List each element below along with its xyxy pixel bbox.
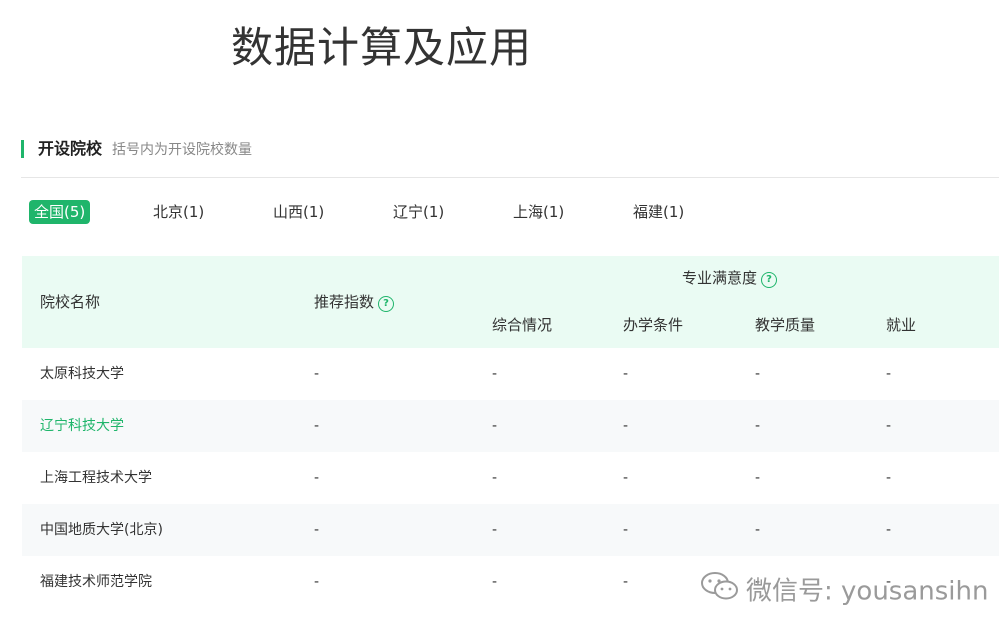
help-circle-icon[interactable]: ? bbox=[761, 272, 778, 288]
header-satisfaction-label: 专业满意度 bbox=[682, 269, 758, 287]
cell-overall: - bbox=[492, 574, 498, 590]
tab-liaoning[interactable]: 辽宁(1) bbox=[393, 200, 444, 224]
cell-employment: - bbox=[886, 418, 892, 434]
watermark: 微信号: yousansihn bbox=[700, 570, 988, 610]
header-employment: 就业 bbox=[886, 316, 917, 334]
help-circle-icon[interactable]: ? bbox=[378, 296, 395, 312]
section-divider bbox=[21, 177, 999, 178]
header-school-name: 院校名称 bbox=[40, 293, 101, 311]
header-overall: 综合情况 bbox=[492, 316, 553, 334]
table-row: 太原科技大学 - - - - - bbox=[22, 348, 999, 400]
cell-school[interactable]: 中国地质大学(北京) bbox=[40, 519, 163, 541]
tab-shanxi[interactable]: 山西(1) bbox=[273, 200, 324, 224]
header-recommend-label: 推荐指数 bbox=[314, 293, 375, 311]
table-row: 上海工程技术大学 - - - - - bbox=[22, 452, 999, 504]
cell-school[interactable]: 上海工程技术大学 bbox=[40, 467, 152, 489]
tab-fujian[interactable]: 福建(1) bbox=[633, 200, 684, 224]
cell-school[interactable]: 太原科技大学 bbox=[40, 363, 124, 385]
header-satisfaction: 专业满意度? bbox=[682, 267, 778, 289]
cell-employment: - bbox=[886, 366, 892, 382]
cell-quality: - bbox=[755, 522, 761, 538]
cell-conditions: - bbox=[623, 418, 629, 434]
header-conditions: 办学条件 bbox=[623, 316, 684, 334]
cell-school[interactable]: 辽宁科技大学 bbox=[40, 415, 124, 437]
cell-conditions: - bbox=[623, 574, 629, 590]
table-row: 辽宁科技大学 - - - - - bbox=[22, 400, 999, 452]
cell-employment: - bbox=[886, 522, 892, 538]
wechat-icon bbox=[700, 570, 740, 614]
cell-recommend: - bbox=[314, 522, 320, 538]
table-row: 中国地质大学(北京) - - - - - bbox=[22, 504, 999, 556]
section-subtitle: 括号内为开设院校数量 bbox=[112, 142, 252, 158]
cell-recommend: - bbox=[314, 418, 320, 434]
tab-beijing[interactable]: 北京(1) bbox=[153, 200, 204, 224]
section-accent-bar bbox=[21, 140, 24, 158]
cell-overall: - bbox=[492, 522, 498, 538]
tab-shanghai[interactable]: 上海(1) bbox=[513, 200, 564, 224]
cell-conditions: - bbox=[623, 470, 629, 486]
cell-quality: - bbox=[755, 366, 761, 382]
section-title: 开设院校 bbox=[38, 139, 103, 158]
cell-recommend: - bbox=[314, 470, 320, 486]
cell-recommend: - bbox=[314, 366, 320, 382]
cell-overall: - bbox=[492, 418, 498, 434]
header-quality: 教学质量 bbox=[755, 316, 816, 334]
cell-conditions: - bbox=[623, 522, 629, 538]
cell-conditions: - bbox=[623, 366, 629, 382]
cell-recommend: - bbox=[314, 574, 320, 590]
cell-quality: - bbox=[755, 418, 761, 434]
table-header: 院校名称 推荐指数? 专业满意度? 综合情况 办学条件 教学质量 就业 bbox=[22, 256, 999, 348]
tab-national[interactable]: 全国(5) bbox=[29, 200, 91, 224]
cell-school[interactable]: 福建技术师范学院 bbox=[40, 571, 152, 593]
cell-overall: - bbox=[492, 470, 498, 486]
cell-overall: - bbox=[492, 366, 498, 382]
cell-employment: - bbox=[886, 470, 892, 486]
cell-quality: - bbox=[755, 470, 761, 486]
watermark-text: 微信号: yousansihn bbox=[746, 576, 989, 607]
page-title: 数据计算及应用 bbox=[231, 23, 533, 72]
header-recommend-index: 推荐指数? bbox=[314, 291, 395, 313]
